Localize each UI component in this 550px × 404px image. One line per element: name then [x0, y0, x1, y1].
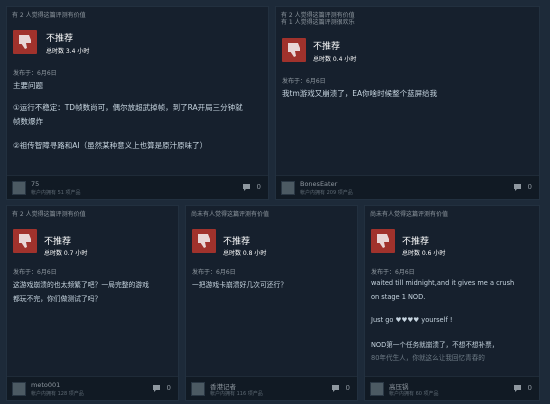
author-name[interactable]: BonesEater — [300, 180, 337, 188]
comment-icon[interactable] — [332, 385, 341, 392]
recommendation-title: 不推荐 — [46, 34, 74, 44]
avatar[interactable] — [191, 382, 205, 396]
helpful-count: 有 2 人觉得这篇评测有价值 — [12, 211, 86, 218]
posted-date: 发布于：6月6日 — [13, 269, 57, 276]
review-text-line: on stage 1 NOD. — [371, 293, 426, 301]
avatar[interactable] — [12, 181, 26, 195]
review-text-line: ①运行不稳定：TD帧数尚可，偶尔放超武掉帧，到了RA开局三分钟就 — [13, 103, 243, 112]
review-text-line: NOD第一个任务就崩溃了，不想不想补票， — [371, 341, 499, 349]
thumbs-down-icon — [282, 38, 306, 62]
comment-count[interactable]: 0 — [346, 384, 350, 392]
author-product-count: 帐户内拥有 128 项产品 — [31, 391, 84, 397]
posted-date: 发布于：6月6日 — [13, 70, 57, 77]
thumbs-down-icon — [13, 30, 37, 54]
review-card[interactable]: 有 2 人觉得这篇评测有价值 不推荐 总时数 3.4 小时 发布于：6月6日 主… — [6, 6, 269, 200]
playtime: 总时数 0.8 小时 — [223, 250, 267, 257]
review-text-line: ②祖传智障寻路和AI（虽然某种意义上也算是原汁原味了） — [13, 141, 208, 150]
review-footer: 香港记者 帐户内拥有 116 项产品 0 — [186, 376, 357, 400]
review-text-line: 帧数爆炸 — [13, 117, 43, 126]
comment-count[interactable]: 0 — [167, 384, 171, 392]
review-footer: 75 帐户内拥有 51 项产品 0 — [7, 175, 268, 199]
helpful-count: 有 2 人觉得这篇评测有价值 有 1 人觉得这篇评测很欢乐 — [281, 12, 355, 26]
comment-count[interactable]: 0 — [528, 183, 532, 191]
helpful-count: 尚未有人觉得这篇评测有价值 — [191, 211, 269, 218]
helpful-text: 有 2 人觉得这篇评测有价值 — [12, 12, 86, 19]
recommendation-title: 不推荐 — [44, 237, 72, 247]
comment-icon[interactable] — [153, 385, 162, 392]
helpful-text: 有 2 人觉得这篇评测有价值 — [12, 211, 86, 218]
review-card[interactable]: 尚未有人觉得这篇评测有价值 不推荐 总时数 0.8 小时 发布于：6月6日 一把… — [185, 205, 358, 401]
funny-text: 有 1 人觉得这篇评测很欢乐 — [281, 19, 355, 26]
avatar[interactable] — [370, 382, 384, 396]
review-text-line: 主要问题 — [13, 81, 43, 90]
review-text-line: 80年代生人，你就这么让我回忆青春的 — [371, 354, 485, 362]
review-text-line: 一把游戏卡崩溃好几次可还行？ — [192, 281, 288, 289]
author-product-count: 帐户内拥有 51 项产品 — [31, 190, 81, 196]
review-card[interactable]: 有 2 人觉得这篇评测有价值 不推荐 总时数 0.7 小时 发布于：6月6日 这… — [6, 205, 179, 401]
author-name[interactable]: 75 — [31, 180, 39, 188]
helpful-text: 有 2 人觉得这篇评测有价值 — [281, 12, 355, 19]
author-name[interactable]: meto001 — [31, 381, 60, 389]
review-text-line: Just go ♥♥♥♥ yourself ! — [371, 316, 453, 324]
recommendation-title: 不推荐 — [402, 237, 430, 247]
playtime: 总时数 0.4 小时 — [313, 56, 357, 63]
avatar[interactable] — [281, 181, 295, 195]
review-card[interactable]: 有 2 人觉得这篇评测有价值 有 1 人觉得这篇评测很欢乐 不推荐 总时数 0.… — [275, 6, 540, 200]
helpful-text: 尚未有人觉得这篇评测有价值 — [370, 211, 449, 218]
author-product-count: 帐户内拥有 209 项产品 — [300, 190, 353, 196]
review-text-line: 都玩不完，你们做测试了吗？ — [13, 295, 102, 303]
helpful-text: 尚未有人觉得这篇评测有价值 — [191, 211, 270, 218]
comment-icon[interactable] — [514, 385, 523, 392]
helpful-count: 尚未有人觉得这篇评测有价值 — [370, 211, 448, 218]
posted-date: 发布于：6月6日 — [371, 269, 415, 276]
comment-icon[interactable] — [514, 184, 523, 191]
review-text-line: 这游戏崩溃的也太频繁了吧？一局完整的游戏 — [13, 281, 149, 289]
author-product-count: 帐户内拥有 60 项产品 — [389, 391, 439, 397]
recommendation-title: 不推荐 — [313, 42, 341, 52]
playtime: 总时数 0.7 小时 — [44, 250, 88, 257]
comment-count[interactable]: 0 — [257, 183, 261, 191]
comment-icon[interactable] — [243, 184, 252, 191]
author-product-count: 帐户内拥有 116 项产品 — [210, 391, 263, 397]
review-footer: BonesEater 帐户内拥有 209 项产品 0 — [276, 175, 539, 199]
thumbs-down-icon — [13, 229, 37, 253]
playtime: 总时数 3.4 小时 — [46, 48, 90, 55]
comment-count[interactable]: 0 — [528, 384, 532, 392]
thumbs-down-icon — [371, 229, 395, 253]
thumbs-down-icon — [192, 229, 216, 253]
review-footer: meto001 帐户内拥有 128 项产品 0 — [7, 376, 178, 400]
avatar[interactable] — [12, 382, 26, 396]
posted-date: 发布于：6月6日 — [282, 78, 326, 85]
review-text-line: 我tm游戏又崩溃了，EA你啥时候整个蓝屏给我 — [282, 89, 438, 98]
recommendation-title: 不推荐 — [223, 237, 251, 247]
helpful-count: 有 2 人觉得这篇评测有价值 — [12, 12, 86, 19]
review-footer: 高压锅 帐户内拥有 60 项产品 0 — [365, 376, 539, 400]
review-text-line: waited till midnight,and it gives me a c… — [371, 279, 515, 287]
posted-date: 发布于：6月6日 — [192, 269, 236, 276]
review-card[interactable]: 尚未有人觉得这篇评测有价值 不推荐 总时数 0.6 小时 发布于：6月6日 wa… — [364, 205, 540, 401]
playtime: 总时数 0.6 小时 — [402, 250, 446, 257]
